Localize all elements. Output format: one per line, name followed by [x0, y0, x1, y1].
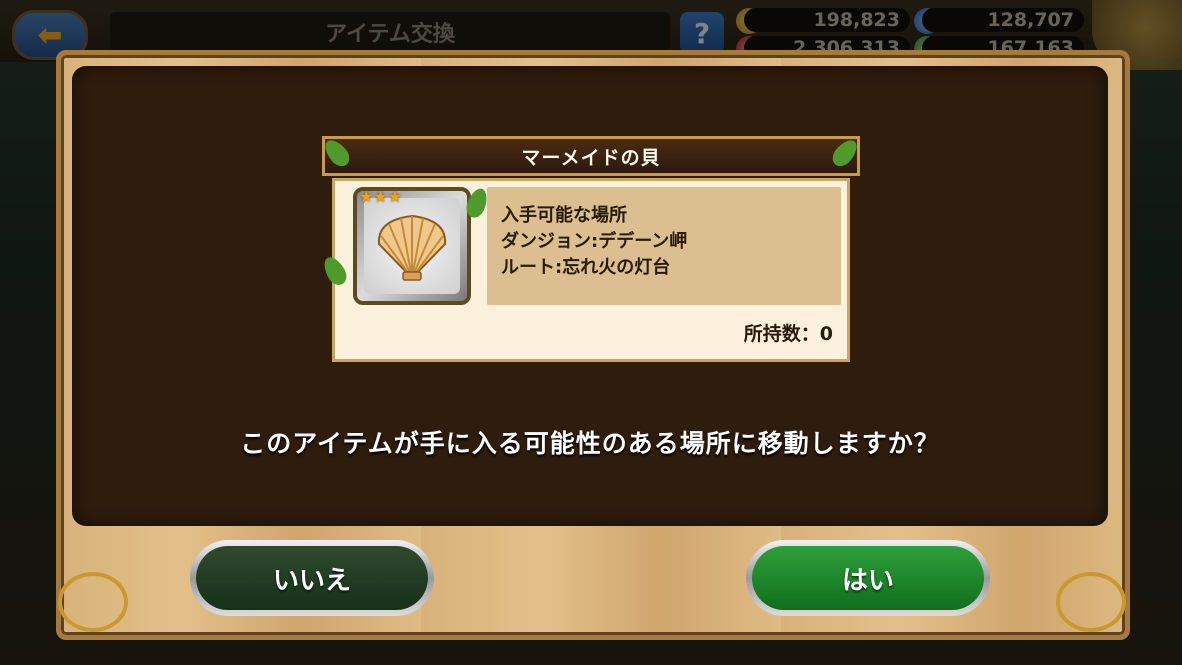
availability-box: 入手可能な場所 ダンジョン:デデーン岬 ルート:忘れ火の灯台 — [487, 187, 841, 305]
yes-button[interactable]: はい — [746, 540, 990, 616]
no-button-label: いいえ — [196, 546, 428, 610]
item-icon-background — [364, 198, 460, 294]
scallop-shell-icon — [377, 214, 447, 281]
item-card: マーメイドの貝 ★★★ 入手可能な場所 ダンジョン:デデーン岬 ルート:忘れ火の… — [319, 135, 862, 366]
route-location: ルート:忘れ火の灯台 — [501, 257, 671, 278]
item-card-body: ★★★ 入手可能な場所 ダンジョン:デデーン岬 ルート:忘れ火の灯台 所持数：0 — [332, 178, 850, 362]
no-button[interactable]: いいえ — [190, 540, 434, 616]
ornament-right-icon — [1056, 572, 1126, 632]
rarity-stars: ★★★ — [359, 187, 403, 206]
yes-button-label: はい — [752, 546, 984, 610]
item-name: マーメイドの貝 — [322, 136, 860, 176]
availability-heading: 入手可能な場所 — [501, 205, 627, 226]
ornament-left-icon — [58, 572, 128, 632]
confirm-question: このアイテムが手に入る可能性のある場所に移動しますか？ — [240, 429, 940, 458]
dungeon-location: ダンジョン:デデーン岬 — [501, 231, 688, 252]
owned-count: 所持数：0 — [743, 323, 833, 345]
